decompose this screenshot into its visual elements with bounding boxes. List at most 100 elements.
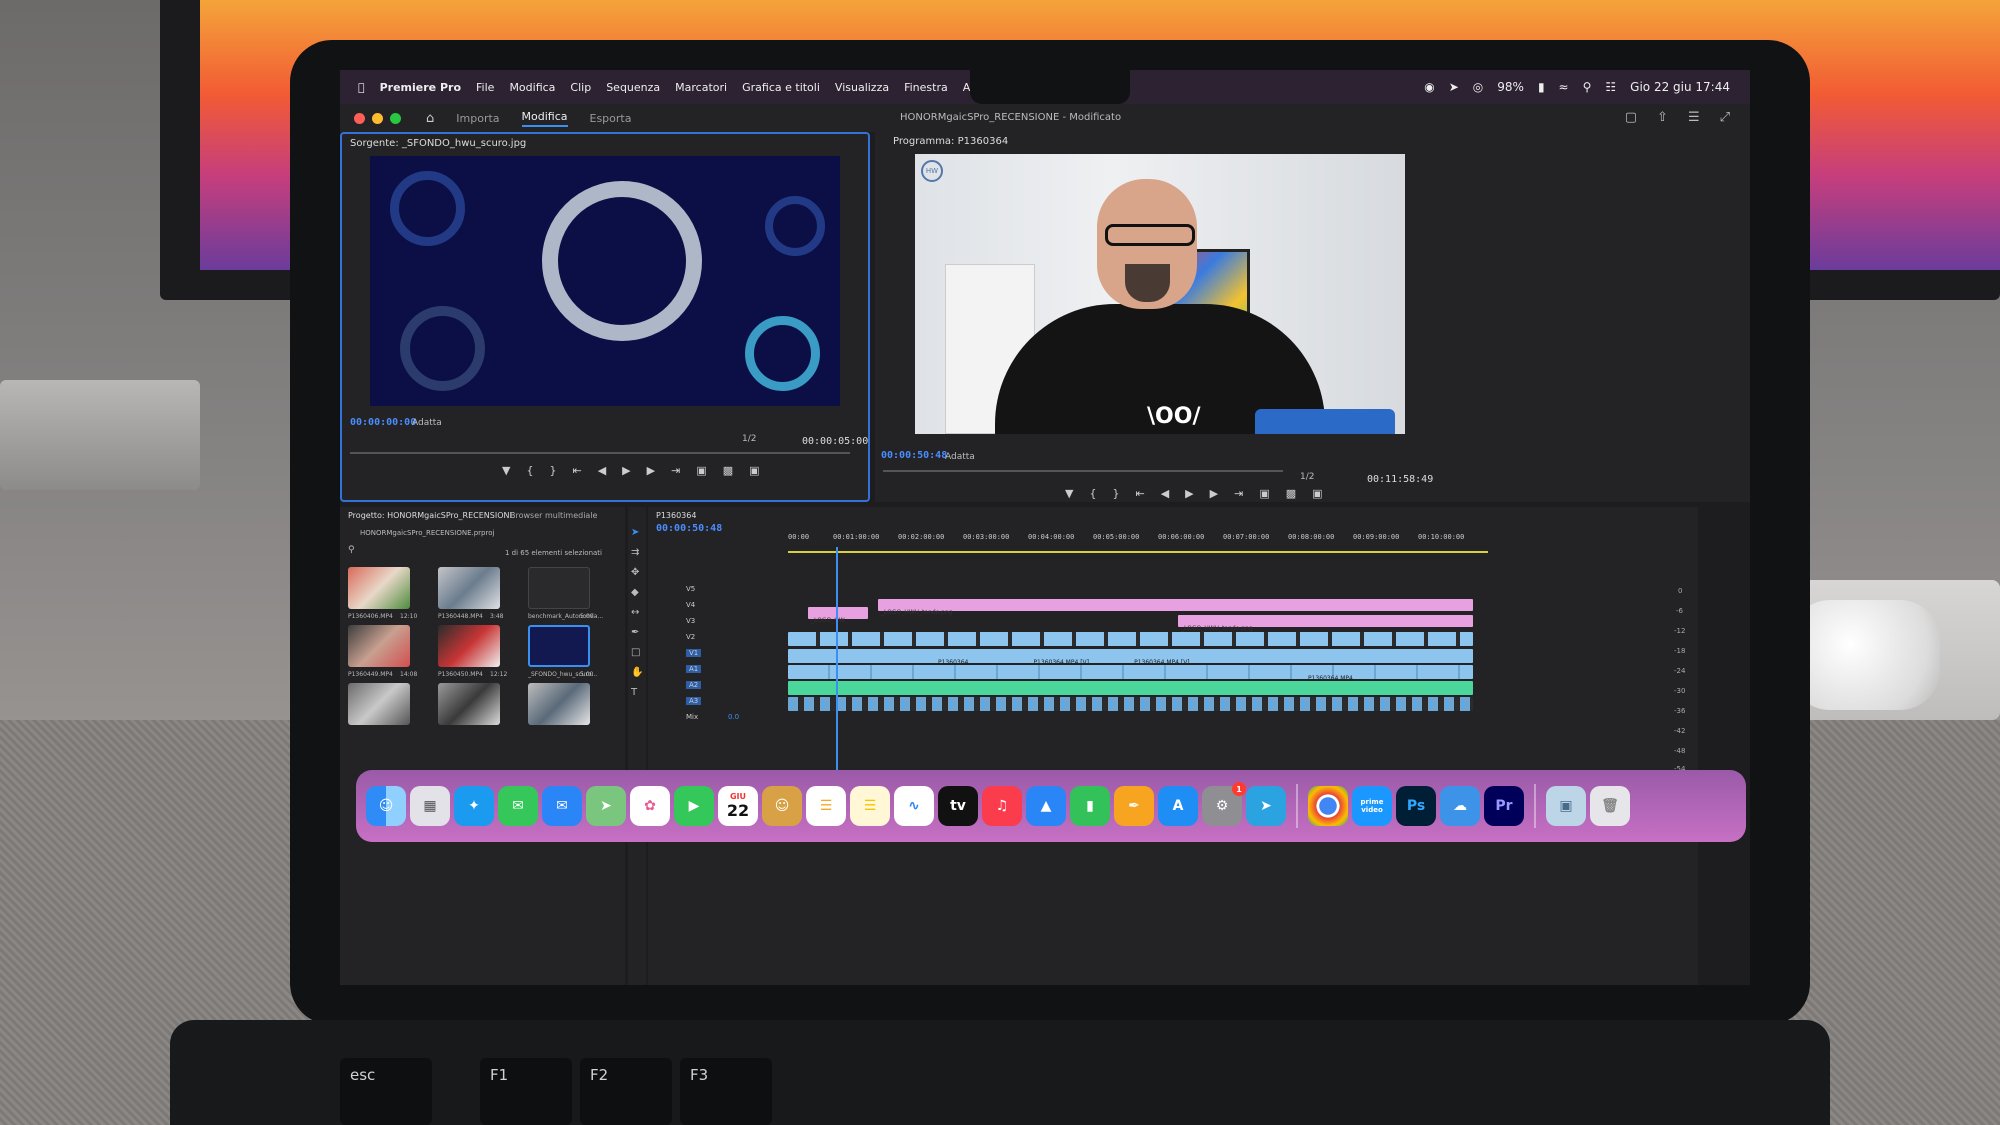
step-forward-icon[interactable]: ▶ xyxy=(1210,487,1218,500)
rectangle-tool-icon[interactable]: □ xyxy=(631,647,640,658)
wifi-icon[interactable]: ≈ xyxy=(1559,80,1569,94)
minimize-window-button[interactable] xyxy=(372,112,383,124)
tab-importa[interactable]: Importa xyxy=(456,112,499,125)
freeform-icon[interactable]: ∿ xyxy=(894,786,934,826)
program-resolution-dropdown[interactable]: 1/2 xyxy=(1300,472,1314,482)
ripple-edit-icon[interactable]: ✥ xyxy=(631,567,639,578)
go-to-out-icon[interactable]: ⇥ xyxy=(671,464,680,477)
record-icon[interactable]: ◎ xyxy=(1473,80,1483,94)
share-icon[interactable]: ⇧ xyxy=(1657,110,1668,125)
app-store-icon[interactable]: A xyxy=(1158,786,1198,826)
program-title[interactable]: Programma: P1360364 xyxy=(893,136,1008,147)
premiere-pro-icon[interactable]: Pr xyxy=(1484,786,1524,826)
close-window-button[interactable] xyxy=(354,112,365,124)
audio-clip-a3[interactable] xyxy=(788,697,1473,711)
track-a3[interactable]: A3 xyxy=(686,697,702,705)
messages-icon[interactable]: ✉ xyxy=(498,786,538,826)
menu-icon[interactable]: ☰ xyxy=(1688,110,1700,125)
clip-thumbnail[interactable] xyxy=(348,683,410,725)
pen-tool-icon[interactable]: ✒ xyxy=(631,627,639,638)
trash-icon[interactable]: 🗑 xyxy=(1590,786,1630,826)
file-thumbnail[interactable] xyxy=(528,567,590,609)
program-fit-dropdown[interactable]: Adatta xyxy=(945,452,975,462)
source-monitor[interactable]: Sorgente: _SFONDO_hwu_scuro.jpg 00:00:00… xyxy=(340,132,870,502)
tab-esporta[interactable]: Esporta xyxy=(590,112,632,125)
control-center-icon[interactable]: ☷ xyxy=(1605,80,1616,94)
selected-clip-thumbnail[interactable] xyxy=(528,625,590,667)
go-to-in-icon[interactable]: ⇤ xyxy=(572,464,581,477)
media-browser-tab[interactable]: Browser multimediale xyxy=(510,511,597,520)
marker-icon[interactable]: ▼ xyxy=(1065,487,1073,500)
menu-marcatori[interactable]: Marcatori xyxy=(675,81,727,94)
mark-in-icon[interactable]: { xyxy=(1089,487,1096,500)
overwrite-icon[interactable]: ▩ xyxy=(723,464,733,477)
settings-icon[interactable]: ⚙ 1 xyxy=(1202,782,1246,826)
source-fit-dropdown[interactable]: Adatta xyxy=(412,418,442,428)
zoom-window-button[interactable] xyxy=(390,112,401,124)
menu-visualizza[interactable]: Visualizza xyxy=(835,81,889,94)
audio-clip-a2[interactable] xyxy=(788,681,1473,695)
menu-grafica[interactable]: Grafica e titoli xyxy=(742,81,820,94)
apple-tv-icon[interactable]: tv xyxy=(938,786,978,826)
source-scrub-bar[interactable] xyxy=(350,452,850,454)
camera-icon[interactable]: ▣ xyxy=(749,464,759,477)
clip-thumbnail[interactable] xyxy=(528,683,590,725)
telegram-icon[interactable]: ➤ xyxy=(1246,786,1286,826)
marker-icon[interactable]: ▼ xyxy=(502,464,510,477)
menu-file[interactable]: File xyxy=(476,81,494,94)
safari-icon[interactable]: ✦ xyxy=(454,786,494,826)
project-panel[interactable]: Progetto: HONORMgaicSPro_RECENSIONE Brow… xyxy=(340,507,625,985)
playhead[interactable] xyxy=(836,547,838,772)
graphic-clip[interactable]: _LOGO_HWU_tondo.png xyxy=(1178,615,1473,632)
work-area-bar[interactable] xyxy=(788,551,1488,553)
clip-thumbnail[interactable] xyxy=(438,625,500,667)
camera-icon[interactable]: ▣ xyxy=(1312,487,1322,500)
step-back-icon[interactable]: ◀ xyxy=(1161,487,1169,500)
source-timecode[interactable]: 00:00:00:00 xyxy=(350,417,416,428)
clip-thumbnail[interactable] xyxy=(438,683,500,725)
track-v4[interactable]: V4 xyxy=(686,601,695,609)
reminders-icon[interactable]: ☰ xyxy=(806,786,846,826)
go-to-in-icon[interactable]: ⇤ xyxy=(1135,487,1144,500)
menu-app-name[interactable]: Premiere Pro xyxy=(380,81,461,94)
menu-modifica[interactable]: Modifica xyxy=(509,81,555,94)
menu-clip[interactable]: Clip xyxy=(570,81,591,94)
hand-tool-icon[interactable]: ✋ xyxy=(631,667,643,678)
go-to-out-icon[interactable]: ⇥ xyxy=(1234,487,1243,500)
music-icon[interactable]: ♫ xyxy=(982,786,1022,826)
track-select-icon[interactable]: ⇉ xyxy=(631,547,639,558)
key-f3[interactable]: F3 xyxy=(680,1058,772,1125)
facetime-icon[interactable]: ▶ xyxy=(674,786,714,826)
photoshop-icon[interactable]: Ps xyxy=(1396,786,1436,826)
track-v1[interactable]: V1 xyxy=(686,649,702,657)
airmail-icon[interactable]: ➤ xyxy=(1449,80,1459,94)
tab-modifica[interactable]: Modifica xyxy=(521,110,568,127)
step-forward-icon[interactable]: ▶ xyxy=(647,464,655,477)
audio-clip-a1[interactable]: P1360364.MP4 xyxy=(788,665,1473,682)
finder-icon[interactable]: ☺ xyxy=(366,786,406,826)
step-back-icon[interactable]: ◀ xyxy=(598,464,606,477)
numbers-icon[interactable]: ▮ xyxy=(1070,786,1110,826)
mark-out-icon[interactable]: } xyxy=(549,464,556,477)
razor-tool-icon[interactable]: ◆ xyxy=(631,587,639,598)
mark-in-icon[interactable]: { xyxy=(526,464,533,477)
apple-icon[interactable]:  xyxy=(358,81,365,94)
key-f2[interactable]: F2 xyxy=(580,1058,672,1125)
prime-video-icon[interactable]: prime video xyxy=(1352,786,1392,826)
preview-icon[interactable]: ▣ xyxy=(1546,786,1586,826)
spotlight-search-icon[interactable]: ⚲ xyxy=(1583,80,1592,94)
track-v2[interactable]: V2 xyxy=(686,633,695,641)
program-timecode[interactable]: 00:00:50:48 xyxy=(881,450,947,461)
maps-icon[interactable]: ➤ xyxy=(586,786,626,826)
video-clip-v2[interactable] xyxy=(788,632,1473,646)
battery-icon[interactable]: ▮ xyxy=(1538,80,1545,94)
timeline-panel[interactable]: P1360364 00:00:50:48 00:00 00:01:00:00 0… xyxy=(648,507,1698,985)
pages-icon[interactable]: ✒ xyxy=(1114,786,1154,826)
key-esc[interactable]: esc xyxy=(340,1058,432,1125)
sequence-tab[interactable]: P1360364 xyxy=(656,511,696,520)
notes-icon[interactable]: ☰ xyxy=(850,786,890,826)
extract-icon[interactable]: ▩ xyxy=(1286,487,1296,500)
key-f1[interactable]: F1 xyxy=(480,1058,572,1125)
keynote-icon[interactable]: ▲ xyxy=(1026,786,1066,826)
play-icon[interactable]: ▶ xyxy=(622,464,630,477)
